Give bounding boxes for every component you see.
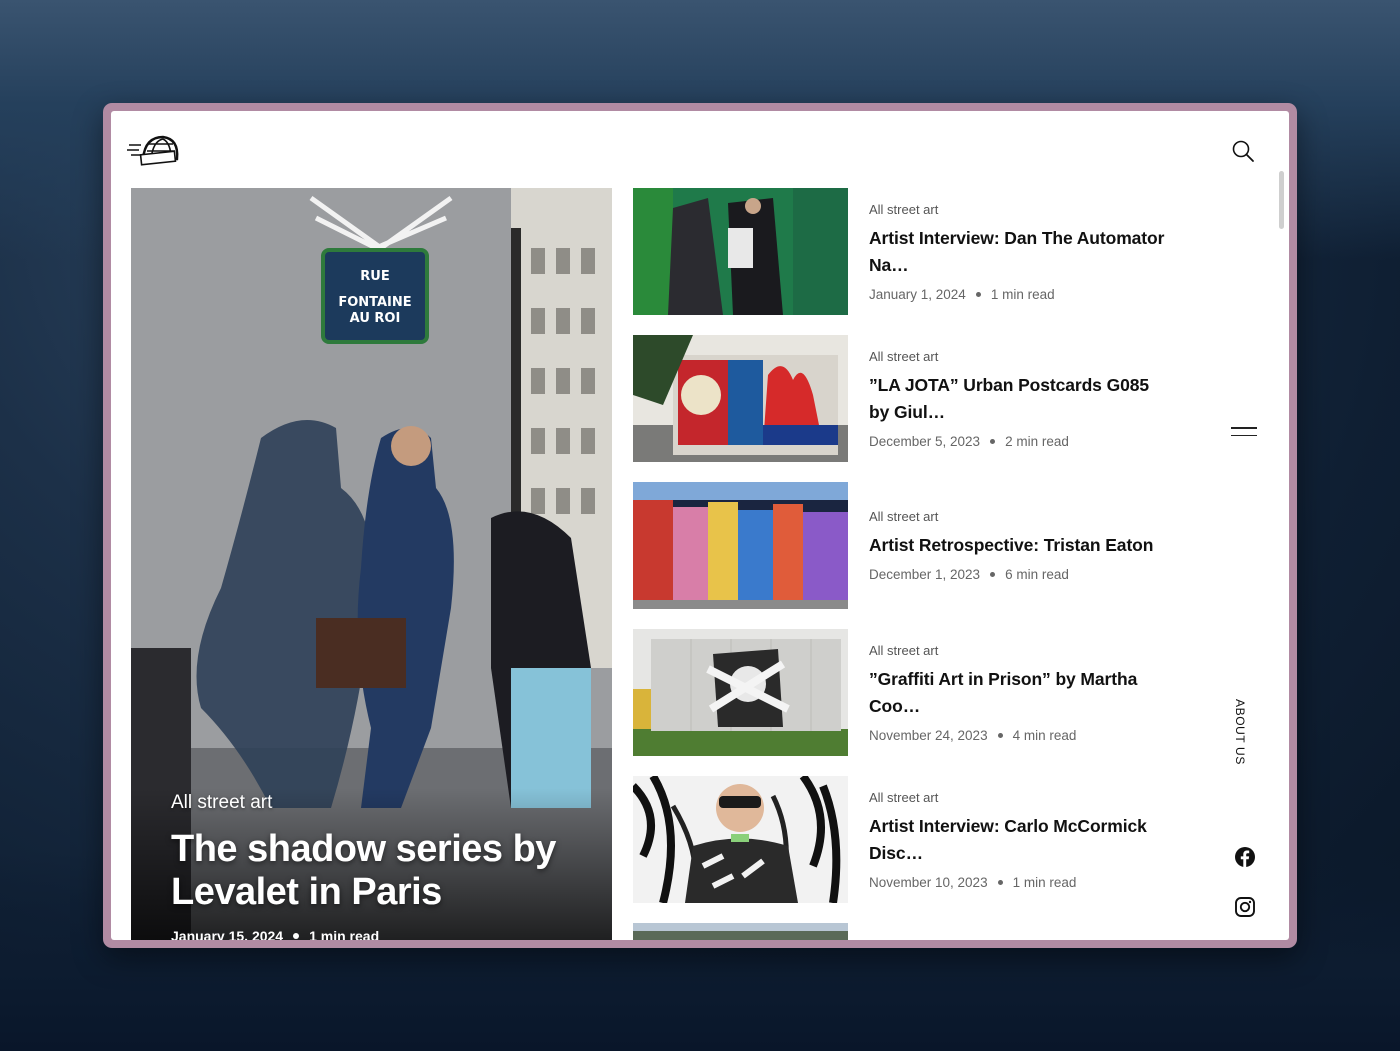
article-read-time: 2 min read <box>1005 433 1069 449</box>
svg-text:AU ROI: AU ROI <box>350 311 401 326</box>
article-card[interactable]: All street art Artist Interview: Carlo M… <box>633 776 1173 903</box>
article-image <box>633 923 848 940</box>
site-logo[interactable] <box>125 129 181 169</box>
hero-title[interactable]: The shadow series by Levalet in Paris <box>171 828 592 914</box>
hero-caption: All street art The shadow series by Leva… <box>171 792 592 940</box>
article-thumbnail[interactable] <box>633 482 848 609</box>
article-read-time: 1 min read <box>1012 874 1077 890</box>
article-info: All street art ”Graffiti Art in Prison” … <box>869 629 1173 756</box>
separator-dot <box>997 732 1003 738</box>
browser-window: ABOUT US RUE FONTAINE AU ROI All street … <box>103 103 1297 948</box>
article-meta: December 5, 2023 2 min read <box>869 434 1173 449</box>
article-title[interactable]: Artist Interview: Carlo McCormick Disc… <box>869 813 1173 867</box>
separator-dot <box>990 438 996 444</box>
article-date: November 24, 2023 <box>869 727 988 743</box>
article-category[interactable]: All street art <box>869 202 1173 217</box>
instagram-link[interactable] <box>1234 896 1256 918</box>
separator-dot <box>997 879 1003 885</box>
menu-icon-line <box>1231 427 1257 429</box>
article-card[interactable] <box>633 923 1173 940</box>
search-button[interactable] <box>1229 137 1259 167</box>
article-category[interactable]: All street art <box>869 509 1173 524</box>
article-meta: November 24, 2023 4 min read <box>869 728 1173 743</box>
article-card[interactable]: All street art Artist Interview: Dan The… <box>633 188 1173 315</box>
article-read-time: 4 min read <box>1012 727 1077 743</box>
article-title[interactable]: Artist Interview: Dan The Automator Na… <box>869 225 1173 279</box>
article-title[interactable]: ”Graffiti Art in Prison” by Martha Coo… <box>869 666 1173 720</box>
article-info: All street art ”LA JOTA” Urban Postcards… <box>869 335 1173 462</box>
article-image <box>633 776 848 903</box>
hero-category[interactable]: All street art <box>171 792 592 814</box>
article-image <box>633 482 848 609</box>
page-scrollbar[interactable] <box>1277 171 1286 940</box>
separator-dot <box>975 291 981 297</box>
article-thumbnail[interactable] <box>633 629 848 756</box>
article-meta: November 10, 2023 1 min read <box>869 875 1173 890</box>
article-card[interactable]: All street art ”LA JOTA” Urban Postcards… <box>633 335 1173 462</box>
article-category[interactable]: All street art <box>869 643 1173 658</box>
svg-text:RUE: RUE <box>360 269 389 284</box>
instagram-icon <box>1235 897 1255 917</box>
article-thumbnail[interactable] <box>633 923 848 940</box>
about-us-label: ABOUT US <box>1233 699 1247 765</box>
article-meta: December 1, 2023 6 min read <box>869 567 1173 582</box>
hero-article[interactable]: RUE FONTAINE AU ROI All street art The s… <box>131 188 612 940</box>
article-image <box>633 188 848 315</box>
hero-read-time: 1 min read <box>309 928 380 940</box>
article-title[interactable]: ”LA JOTA” Urban Postcards G085 by Giul… <box>869 372 1173 426</box>
article-card[interactable]: All street art ”Graffiti Art in Prison” … <box>633 629 1173 756</box>
svg-text:FONTAINE: FONTAINE <box>338 295 411 310</box>
article-date: December 1, 2023 <box>869 567 981 582</box>
facebook-link[interactable] <box>1234 846 1256 868</box>
article-title[interactable]: Artist Retrospective: Tristan Eaton <box>869 532 1173 559</box>
scrollbar-thumb[interactable] <box>1279 171 1284 229</box>
article-thumbnail[interactable] <box>633 188 848 315</box>
about-us-link[interactable]: ABOUT US <box>1233 699 1253 769</box>
article-read-time: 6 min read <box>1005 567 1069 582</box>
article-date: November 10, 2023 <box>869 874 988 890</box>
article-info: All street art Artist Interview: Dan The… <box>869 188 1173 315</box>
separator-dot <box>990 572 996 577</box>
separator-dot <box>293 933 300 939</box>
menu-icon-line <box>1231 434 1257 437</box>
hero-date: January 15, 2024 <box>171 928 284 940</box>
article-date: December 5, 2023 <box>869 433 981 449</box>
article-card[interactable]: All street art Artist Retrospective: Tri… <box>633 482 1173 609</box>
article-image <box>633 629 848 756</box>
facebook-icon <box>1235 847 1255 867</box>
article-info: All street art Artist Retrospective: Tri… <box>869 482 1173 609</box>
article-meta: January 1, 2024 1 min read <box>869 287 1173 302</box>
article-thumbnail[interactable] <box>633 335 848 462</box>
hero-meta: January 15, 2024 1 min read <box>171 928 592 940</box>
article-date: January 1, 2024 <box>869 286 966 302</box>
article-category[interactable]: All street art <box>869 349 1173 364</box>
article-category[interactable]: All street art <box>869 790 1173 805</box>
article-read-time: 1 min read <box>990 286 1055 302</box>
street-art-news-logo-icon <box>127 135 179 166</box>
menu-button[interactable] <box>1231 427 1257 441</box>
search-icon <box>1232 140 1254 162</box>
article-image <box>633 335 848 462</box>
web-page: ABOUT US RUE FONTAINE AU ROI All street … <box>111 111 1289 940</box>
article-thumbnail[interactable] <box>633 776 848 903</box>
article-info: All street art Artist Interview: Carlo M… <box>869 776 1173 903</box>
